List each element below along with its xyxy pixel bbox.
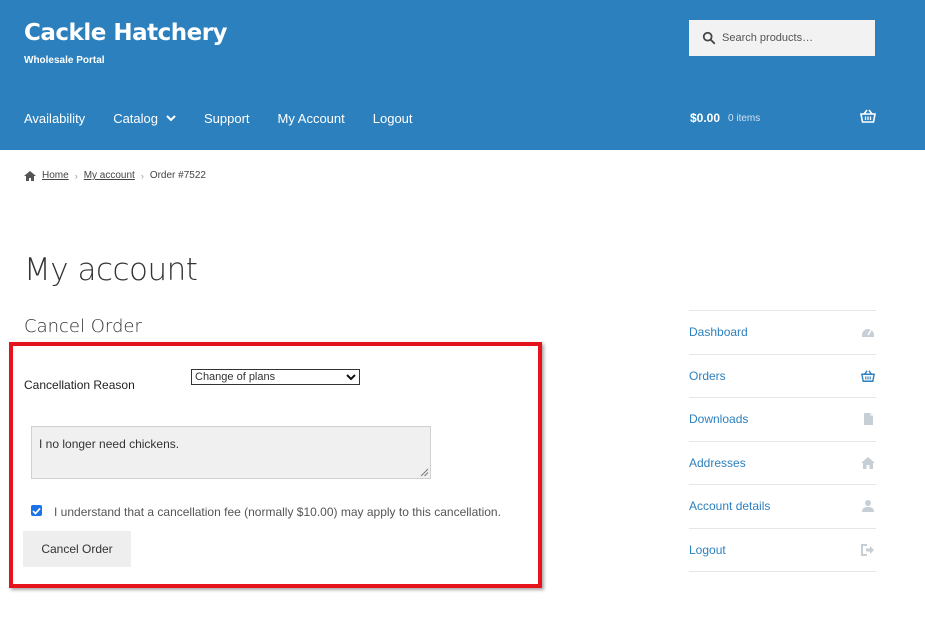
chevron-down-icon [346, 373, 356, 380]
page-title: My account [24, 252, 198, 288]
account-nav-label: Addresses [689, 455, 746, 470]
basket-icon [860, 109, 876, 123]
resize-grip-icon[interactable] [420, 468, 429, 477]
home-icon [24, 170, 36, 181]
cancel-order-button[interactable]: Cancel Order [23, 531, 131, 567]
breadcrumb-separator: › [74, 170, 78, 181]
cart-total: $0.00 [690, 111, 721, 125]
site-header: Cackle Hatchery Wholesale Portal Availab… [0, 0, 925, 150]
account-nav-label: Dashboard [689, 325, 748, 340]
breadcrumb: Home › My account › Order #7522 [24, 170, 206, 181]
site-title[interactable]: Cackle Hatchery [24, 20, 228, 46]
account-nav-label: Downloads [689, 412, 749, 427]
site-description: Wholesale Portal [24, 55, 105, 66]
basket-icon [861, 370, 875, 382]
search-icon [702, 31, 716, 45]
acknowledge-fee-label[interactable]: I understand that a cancellation fee (no… [54, 505, 501, 519]
file-icon [864, 413, 873, 426]
acknowledge-fee-checkbox[interactable] [31, 505, 42, 516]
primary-nav: Availability Catalog Support My Account … [24, 108, 441, 128]
nav-catalog[interactable]: Catalog [113, 111, 176, 126]
cancellation-reason-textarea[interactable]: I no longer need chickens. [31, 426, 431, 479]
nav-availability[interactable]: Availability [24, 111, 85, 126]
breadcrumb-my-account[interactable]: My account [84, 170, 135, 181]
account-nav-dashboard[interactable]: Dashboard [689, 311, 876, 355]
nav-logout[interactable]: Logout [373, 111, 413, 126]
account-nav-downloads[interactable]: Downloads [689, 398, 876, 442]
user-icon [862, 500, 874, 513]
account-nav-addresses[interactable]: Addresses [689, 442, 876, 485]
reason-text-value: I no longer need chickens. [39, 437, 180, 451]
breadcrumb-separator: › [140, 170, 144, 181]
header-cart[interactable]: $0.00 0 items [690, 108, 876, 128]
search-input[interactable] [722, 32, 872, 44]
cancellation-reason-select[interactable]: Change of plans [191, 369, 360, 385]
cart-count: 0 items [728, 112, 761, 124]
section-title: Cancel Order [24, 316, 142, 337]
reason-selected-value: Change of plans [195, 371, 276, 383]
breadcrumb-home[interactable]: Home [42, 170, 69, 181]
account-nav-label: Logout [689, 542, 726, 557]
nav-catalog-label: Catalog [113, 110, 158, 126]
account-navigation: Dashboard Orders Downloads Addresses Acc… [689, 310, 876, 572]
product-search[interactable] [689, 20, 875, 56]
breadcrumb-current: Order #7522 [149, 170, 206, 181]
check-icon [32, 507, 41, 515]
account-nav-label: Orders [689, 368, 726, 383]
home-icon [861, 456, 875, 469]
account-nav-label: Account details [689, 499, 771, 514]
account-nav-account-details[interactable]: Account details [689, 485, 876, 529]
cancellation-reason-label: Cancellation Reason [24, 378, 135, 392]
account-nav-orders[interactable]: Orders [689, 355, 876, 398]
dashboard-icon [862, 329, 874, 338]
sign-out-icon [861, 543, 874, 556]
nav-my-account[interactable]: My Account [278, 111, 345, 126]
account-nav-logout[interactable]: Logout [689, 529, 876, 572]
nav-support[interactable]: Support [204, 111, 250, 126]
chevron-down-icon [166, 115, 176, 122]
